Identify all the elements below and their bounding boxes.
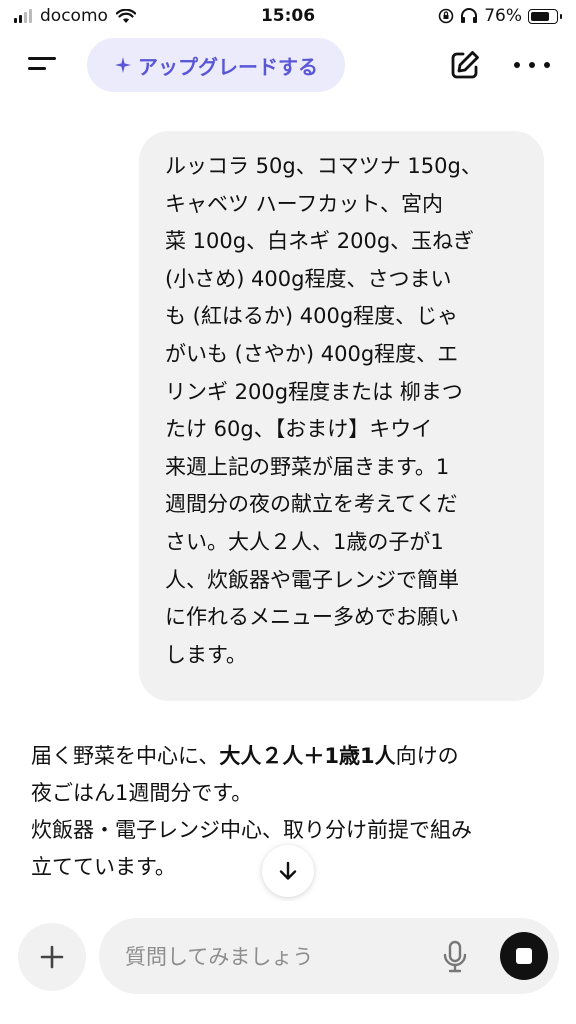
composer <box>99 918 559 994</box>
scroll-down-button[interactable] <box>262 845 314 897</box>
stop-button[interactable] <box>500 932 548 980</box>
status-bar: docomo 15:06 76% <box>0 0 576 34</box>
battery-percent: 76% <box>484 6 522 26</box>
orientation-lock-icon <box>438 8 454 24</box>
user-message-line: 来週上記の野菜が届きます。1 <box>165 454 450 479</box>
user-message-line: に作れるメニュー多めでお願い <box>165 605 459 630</box>
microphone-icon[interactable] <box>441 940 469 974</box>
edit-icon[interactable] <box>448 48 482 82</box>
sparkle-icon <box>115 57 131 73</box>
assistant-line: 炊飯器・電子レンジ中心、取り分け前提で組み <box>31 818 472 842</box>
more-icon[interactable] <box>514 55 550 75</box>
user-message-line: します。 <box>165 642 247 667</box>
user-message-bubble: ルッコラ 50g、コマツナ 150g、 キャベツ ハーフカット、宮内 菜 100… <box>139 131 544 701</box>
user-message-line: キャベツ ハーフカット、宮内 <box>165 191 443 216</box>
upgrade-button[interactable]: アップグレードする <box>87 38 345 92</box>
user-message-line: も (紅はるか) 400g程度、じゃ <box>165 304 459 329</box>
user-message-line: 人、炊飯器や電子レンジで簡単 <box>165 567 459 592</box>
battery-fill <box>531 11 550 21</box>
assistant-text: 届く野菜を中心に、 <box>31 744 220 768</box>
user-message-line: リンギ 200g程度または 柳まつ <box>165 379 463 404</box>
status-right: 76% <box>438 6 562 26</box>
user-message-line: 菜 100g、白ネギ 200g、玉ねぎ <box>165 229 475 254</box>
menu-icon[interactable] <box>28 52 60 78</box>
assistant-text: 向けの <box>395 744 459 768</box>
assistant-line: 夜ごはん1週間分です。 <box>31 781 253 805</box>
plus-icon <box>40 945 64 969</box>
user-message-line: さい。大人２人、1歳の子が1 <box>165 529 444 554</box>
assistant-line: 届く野菜を中心に、大人２人＋1歳1人向けの <box>31 738 551 775</box>
stop-icon <box>516 948 532 964</box>
battery-icon <box>528 8 562 24</box>
headphones-icon <box>461 8 478 23</box>
user-message-line: がいも (さやか) 400g程度、エ <box>165 341 459 366</box>
upgrade-label: アップグレードする <box>138 54 318 79</box>
assistant-bold-text: 大人２人＋1歳1人 <box>219 744 396 768</box>
user-message-line: 週間分の夜の献立を考えてくだ <box>165 492 458 517</box>
user-message-line: (小さめ) 400g程度、さつまい <box>165 266 452 291</box>
add-attachment-button[interactable] <box>18 923 86 991</box>
user-message-line: たけ 60g、【おまけ】キウイ <box>165 417 433 442</box>
message-input[interactable] <box>123 936 427 978</box>
arrow-down-icon <box>279 861 297 880</box>
user-message-line: ルッコラ 50g、コマツナ 150g、 <box>165 154 482 178</box>
